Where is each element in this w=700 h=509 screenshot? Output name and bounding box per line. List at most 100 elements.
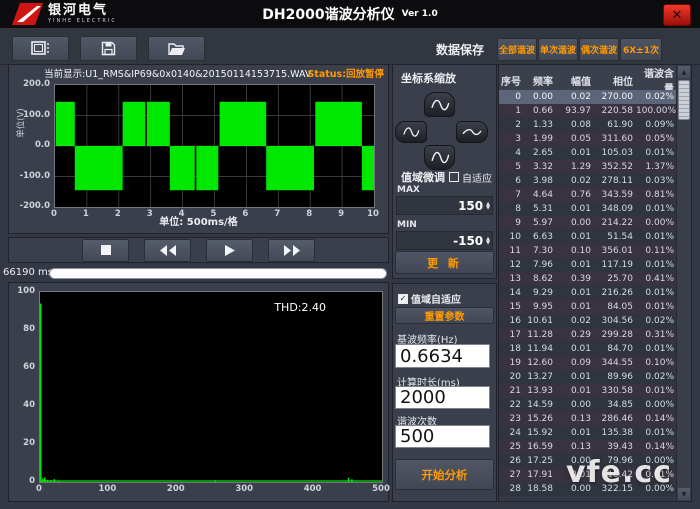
table-row[interactable]: 2717.910.0110.420.01% (499, 468, 677, 482)
table-row[interactable]: 2013.270.0189.960.02% (499, 370, 677, 384)
table-row[interactable]: 117.300.10356.010.11% (499, 244, 677, 258)
table-row[interactable]: 138.620.3925.700.41% (499, 272, 677, 286)
save-icon (101, 41, 116, 56)
table-cell: 10 (499, 232, 524, 242)
fundamental-freq-input[interactable] (395, 344, 490, 368)
zoom-down-button[interactable] (424, 145, 455, 170)
scroll-down-icon[interactable]: ▼ (678, 488, 690, 500)
table-row[interactable]: 2617.250.0079.960.00% (499, 454, 677, 468)
table-cell: 10.42 (594, 470, 636, 480)
table-cell: 0.01 (556, 344, 594, 354)
table-row[interactable]: 106.630.0151.540.01% (499, 230, 677, 244)
table-cell: 348.09 (594, 204, 636, 214)
table-cell: 117.19 (594, 260, 636, 270)
sine-wave-icon (430, 97, 450, 113)
table-row[interactable]: 2315.260.13286.460.14% (499, 412, 677, 426)
table-cell: 17.91 (524, 470, 556, 480)
table-row[interactable]: 2415.920.01135.380.01% (499, 426, 677, 440)
table-row[interactable]: 74.640.76343.590.81% (499, 188, 677, 202)
fast-forward-button[interactable] (268, 239, 315, 262)
table-row[interactable]: 21.330.0861.900.09% (499, 118, 677, 132)
autorange-checkbox[interactable]: ✓ (398, 294, 408, 304)
waveform-plot[interactable] (54, 84, 375, 208)
table-row[interactable]: 2516.590.1339.430.14% (499, 440, 677, 454)
table-row[interactable]: 2113.930.01330.580.01% (499, 384, 677, 398)
table-row[interactable]: 63.980.02278.110.03% (499, 174, 677, 188)
play-icon (225, 245, 235, 256)
table-cell: 0.01% (636, 386, 677, 396)
adaptive-checkbox-row[interactable]: 自适应 (449, 170, 492, 185)
table-row[interactable]: 2214.590.0034.850.00% (499, 398, 677, 412)
filter-all-harmonics-button[interactable]: 全部谐波 (497, 38, 537, 61)
table-row[interactable]: 2818.580.00322.150.00% (499, 482, 677, 496)
rewind-button[interactable] (144, 239, 191, 262)
table-cell: 6.63 (524, 232, 556, 242)
start-analysis-button[interactable]: 开始分析 (395, 459, 494, 490)
analysis-settings-panel: ✓ 值域自适应 重置参数 基波频率(Hz) 计算时长(ms) 谐波次数 开始分析 (392, 283, 497, 502)
table-row[interactable]: 1912.600.09344.550.10% (499, 356, 677, 370)
calc-duration-input[interactable] (395, 386, 490, 409)
table-cell: 352.52 (594, 162, 636, 172)
table-row[interactable]: 42.650.01105.030.01% (499, 146, 677, 160)
close-button[interactable]: ✕ (663, 4, 691, 26)
step-down-icon[interactable]: ▼ (486, 241, 490, 245)
table-row[interactable]: 95.970.00214.220.00% (499, 216, 677, 230)
table-row[interactable]: 85.310.01348.090.01% (499, 202, 677, 216)
step-down-icon[interactable]: ▼ (486, 206, 490, 210)
table-row[interactable]: 1711.280.29299.280.31% (499, 328, 677, 342)
filter-odd-harmonics-button[interactable]: 单次谐波 (538, 38, 578, 61)
table-cell: 26 (499, 456, 524, 466)
adaptive-checkbox[interactable] (449, 172, 459, 182)
filter-6x1-button[interactable]: 6X±1次 (620, 38, 662, 61)
table-row[interactable]: 53.321.29352.521.37% (499, 160, 677, 174)
col-header-index: 序号 (499, 73, 524, 88)
table-row[interactable]: 1610.610.02304.560.02% (499, 314, 677, 328)
table-cell: 51.54 (594, 232, 636, 242)
display-report-button[interactable] (12, 36, 69, 61)
zoom-right-button[interactable] (456, 121, 488, 143)
table-cell: 17 (499, 330, 524, 340)
table-cell: 0.09% (636, 120, 677, 130)
table-row[interactable]: 159.950.0184.050.01% (499, 300, 677, 314)
scrollbar-thumb[interactable] (678, 80, 690, 120)
open-file-button[interactable] (148, 36, 205, 61)
table-cell: 0.01% (636, 302, 677, 312)
scroll-up-icon[interactable]: ▲ (678, 66, 690, 78)
update-button[interactable]: 更 新 (395, 251, 494, 274)
stop-button[interactable] (82, 239, 129, 262)
table-row[interactable]: 31.990.05311.600.05% (499, 132, 677, 146)
min-spinner[interactable]: -150 ▲▼ (396, 231, 493, 250)
table-cell: 0.02 (556, 316, 594, 326)
table-row[interactable]: 1811.940.0184.700.01% (499, 342, 677, 356)
sine-wave-icon (401, 125, 421, 139)
table-cell: 304.56 (594, 316, 636, 326)
table-row[interactable]: 00.000.02270.000.02% (499, 90, 677, 104)
filter-even-harmonics-button[interactable]: 偶次谐波 (579, 38, 619, 61)
max-spinner[interactable]: 150 ▲▼ (396, 196, 493, 215)
zoom-up-button[interactable] (424, 92, 455, 117)
table-cell: 89.96 (594, 372, 636, 382)
spectrum-plot[interactable] (39, 291, 383, 483)
table-cell: 4 (499, 148, 524, 158)
reset-params-button[interactable]: 重置参数 (395, 307, 494, 324)
min-stepper-arrows[interactable]: ▲▼ (486, 237, 490, 245)
table-cell: 1.29 (556, 162, 594, 172)
table-row[interactable]: 127.960.01117.190.01% (499, 258, 677, 272)
play-button[interactable] (206, 239, 253, 262)
save-button[interactable] (80, 36, 137, 61)
table-row[interactable]: 149.290.01216.260.01% (499, 286, 677, 300)
max-stepper-arrows[interactable]: ▲▼ (486, 202, 490, 210)
autorange-checkbox-row[interactable]: ✓ 值域自适应 (398, 291, 461, 306)
table-cell: 0.01% (636, 344, 677, 354)
table-row[interactable]: 10.6693.97220.58100.00% (499, 104, 677, 118)
table-cell: 19 (499, 358, 524, 368)
harmonic-count-input[interactable] (395, 425, 490, 448)
table-scrollbar[interactable]: ▲ ▼ (676, 65, 691, 501)
zoom-left-button[interactable] (395, 121, 427, 143)
table-cell: 0.39 (556, 274, 594, 284)
playback-progress-slider[interactable] (49, 268, 387, 279)
table-cell: 61.90 (594, 120, 636, 130)
tick-label: 100 (99, 484, 117, 494)
sine-wave-icon (461, 126, 483, 138)
table-cell: 17.25 (524, 456, 556, 466)
